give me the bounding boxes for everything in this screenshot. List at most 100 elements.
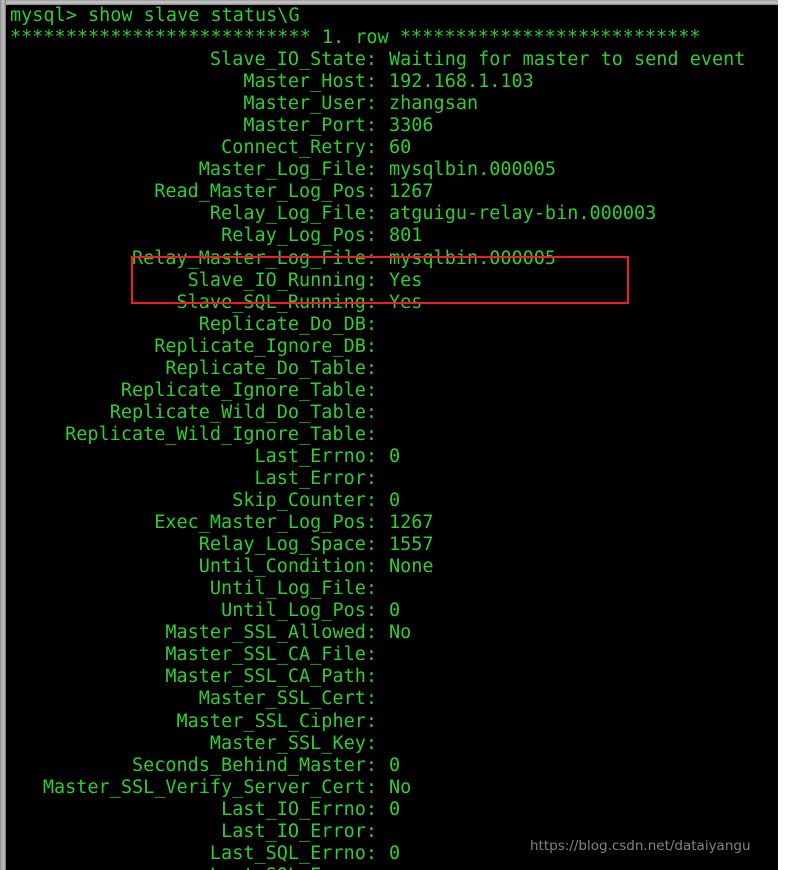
status-field-value: zhangsan (389, 93, 479, 115)
status-field-row: Until_Condition: None (6, 556, 778, 578)
status-field-label: Connect_Retry: (221, 137, 377, 159)
status-field-label: Master_Host: (243, 71, 377, 93)
status-field-label: Until_Log_Pos: (221, 600, 377, 622)
status-field-row: Relay_Log_File: atguigu-relay-bin.000003 (6, 203, 778, 225)
status-field-value: 0 (389, 798, 401, 820)
status-field-row: Slave_IO_Running: Yes (6, 270, 778, 292)
status-field-label: Replicate_Ignore_DB: (154, 335, 377, 357)
status-field-label: Master_Port: (243, 115, 377, 137)
window-right-edge (778, 0, 788, 870)
status-field-label: Replicate_Wild_Ignore_Table: (65, 423, 377, 445)
status-field-row: Replicate_Do_Table: (6, 358, 778, 380)
status-field-row: Master_Log_File: mysqlbin.000005 (6, 159, 778, 181)
status-field-value: atguigu-relay-bin.000003 (389, 203, 657, 225)
status-field-row: Relay_Master_Log_File: mysqlbin.000005 (6, 248, 778, 270)
status-field-label: Master_SSL_Verify_Server_Cert: (42, 776, 377, 798)
status-field-label: Master_SSL_Cert: (198, 688, 377, 710)
status-field-label: Skip_Counter: (232, 490, 377, 512)
status-field-label: Slave_IO_State: (209, 49, 377, 71)
status-field-value: 1267 (389, 512, 434, 534)
status-field-label: Master_SSL_Cipher: (176, 710, 377, 732)
status-field-value: 192.168.1.103 (389, 71, 534, 93)
terminal-screenshot: mysql> show slave status\G *************… (0, 0, 788, 870)
status-field-label: Master_SSL_Allowed: (165, 622, 377, 644)
status-field-label: Last_IO_Errno: (221, 798, 377, 820)
status-field-row: Master_Host: 192.168.1.103 (6, 71, 778, 93)
status-field-row: Connect_Retry: 60 (6, 137, 778, 159)
status-field-label: Master_SSL_CA_File: (165, 644, 377, 666)
status-field-label: Replicate_Ignore_Table: (120, 379, 377, 401)
status-field-row: Replicate_Wild_Do_Table: (6, 402, 778, 424)
status-field-label: Seconds_Behind_Master: (131, 754, 377, 776)
status-field-label: Replicate_Wild_Do_Table: (109, 401, 377, 423)
status-field-row: Replicate_Ignore_Table: (6, 380, 778, 402)
status-field-label: Master_SSL_Key: (209, 732, 377, 754)
status-field-label: Until_Condition: (198, 556, 377, 578)
status-field-row: Replicate_Do_DB: (6, 314, 778, 336)
status-field-value: Yes (389, 291, 423, 313)
status-field-row: Master_SSL_Verify_Server_Cert: No (6, 777, 778, 799)
status-field-value: 3306 (389, 115, 434, 137)
status-field-value: 0 (389, 754, 401, 776)
status-field-label: Master_SSL_CA_Path: (165, 666, 377, 688)
status-field-value: mysqlbin.000005 (389, 159, 557, 181)
status-field-row: Master_User: zhangsan (6, 93, 778, 115)
status-field-row: Replicate_Ignore_DB: (6, 336, 778, 358)
status-field-label: Relay_Log_File: (209, 203, 377, 225)
status-field-row: Master_SSL_CA_File: (6, 644, 778, 666)
status-field-value: 0 (389, 445, 401, 467)
status-field-label: Last_IO_Error: (221, 820, 377, 842)
status-field-row: Master_SSL_Key: (6, 733, 778, 755)
status-field-row: Last_Error: (6, 468, 778, 490)
terminal-window[interactable]: mysql> show slave status\G *************… (6, 5, 778, 870)
status-field-row: Replicate_Wild_Ignore_Table: (6, 424, 778, 446)
status-field-value: 1557 (389, 534, 434, 556)
status-field-value: 0 (389, 490, 401, 512)
status-field-row: Read_Master_Log_Pos: 1267 (6, 181, 778, 203)
status-field-label: Relay_Master_Log_File: (131, 247, 377, 269)
status-field-label: Relay_Log_Space: (198, 534, 377, 556)
status-field-row: Slave_IO_State: Waiting for master to sen… (6, 49, 778, 71)
status-field-label: Last_Error: (254, 467, 377, 489)
status-field-value: None (389, 556, 434, 578)
status-field-row: Seconds_Behind_Master: 0 (6, 755, 778, 777)
status-field-value: Yes (389, 269, 423, 291)
status-field-row: Master_SSL_Allowed: No (6, 622, 778, 644)
status-field-label: Master_User: (243, 93, 377, 115)
status-field-row: Master_SSL_Cipher: (6, 711, 778, 733)
status-field-label: Until_Log_File: (209, 578, 377, 600)
status-field-label: Replicate_Do_DB: (198, 313, 377, 335)
status-field-value: No (389, 622, 412, 644)
status-field-list: Slave_IO_State: Waiting for master to sen… (6, 49, 778, 870)
status-field-label: Slave_IO_Running: (187, 269, 377, 291)
status-field-value: Waiting for master to send event (389, 49, 746, 71)
status-field-value: 1267 (389, 181, 434, 203)
status-field-value: 0 (389, 842, 401, 864)
status-field-label: Master_Log_File: (198, 159, 377, 181)
status-field-label: Exec_Master_Log_Pos: (154, 512, 377, 534)
status-field-row: Slave_SQL_Running: Yes (6, 292, 778, 314)
status-field-value: mysqlbin.000005 (389, 247, 557, 269)
status-field-value: 801 (389, 225, 423, 247)
watermark-text: https://blog.csdn.net/dataiyangu (530, 838, 751, 854)
status-field-label: Relay_Log_Pos: (221, 225, 377, 247)
status-field-label: Replicate_Do_Table: (165, 357, 377, 379)
status-field-value: 60 (389, 137, 412, 159)
status-field-label: Slave_SQL_Running: (176, 291, 377, 313)
status-field-value: No (389, 776, 412, 798)
status-field-label: Last_Errno: (254, 445, 377, 467)
status-field-row: Relay_Log_Pos: 801 (6, 225, 778, 247)
terminal-output: mysql> show slave status\G *************… (6, 5, 778, 870)
status-field-row: Exec_Master_Log_Pos: 1267 (6, 512, 778, 534)
status-field-value: 0 (389, 600, 401, 622)
status-field-row: Master_SSL_CA_Path: (6, 666, 778, 688)
row-banner-line: *************************** 1. row *****… (10, 27, 701, 49)
status-field-row: Until_Log_Pos: 0 (6, 600, 778, 622)
status-field-label: Last_SQL_Errno: (209, 842, 377, 864)
status-field-label: Read_Master_Log_Pos: (154, 181, 377, 203)
status-field-row: Last_SQL_Error: (6, 865, 778, 870)
prompt-line: mysql> show slave status\G (10, 5, 300, 26)
status-field-row: Master_SSL_Cert: (6, 688, 778, 710)
status-field-row: Skip_Counter: 0 (6, 490, 778, 512)
status-field-label: Last_SQL_Error: (6, 865, 377, 870)
